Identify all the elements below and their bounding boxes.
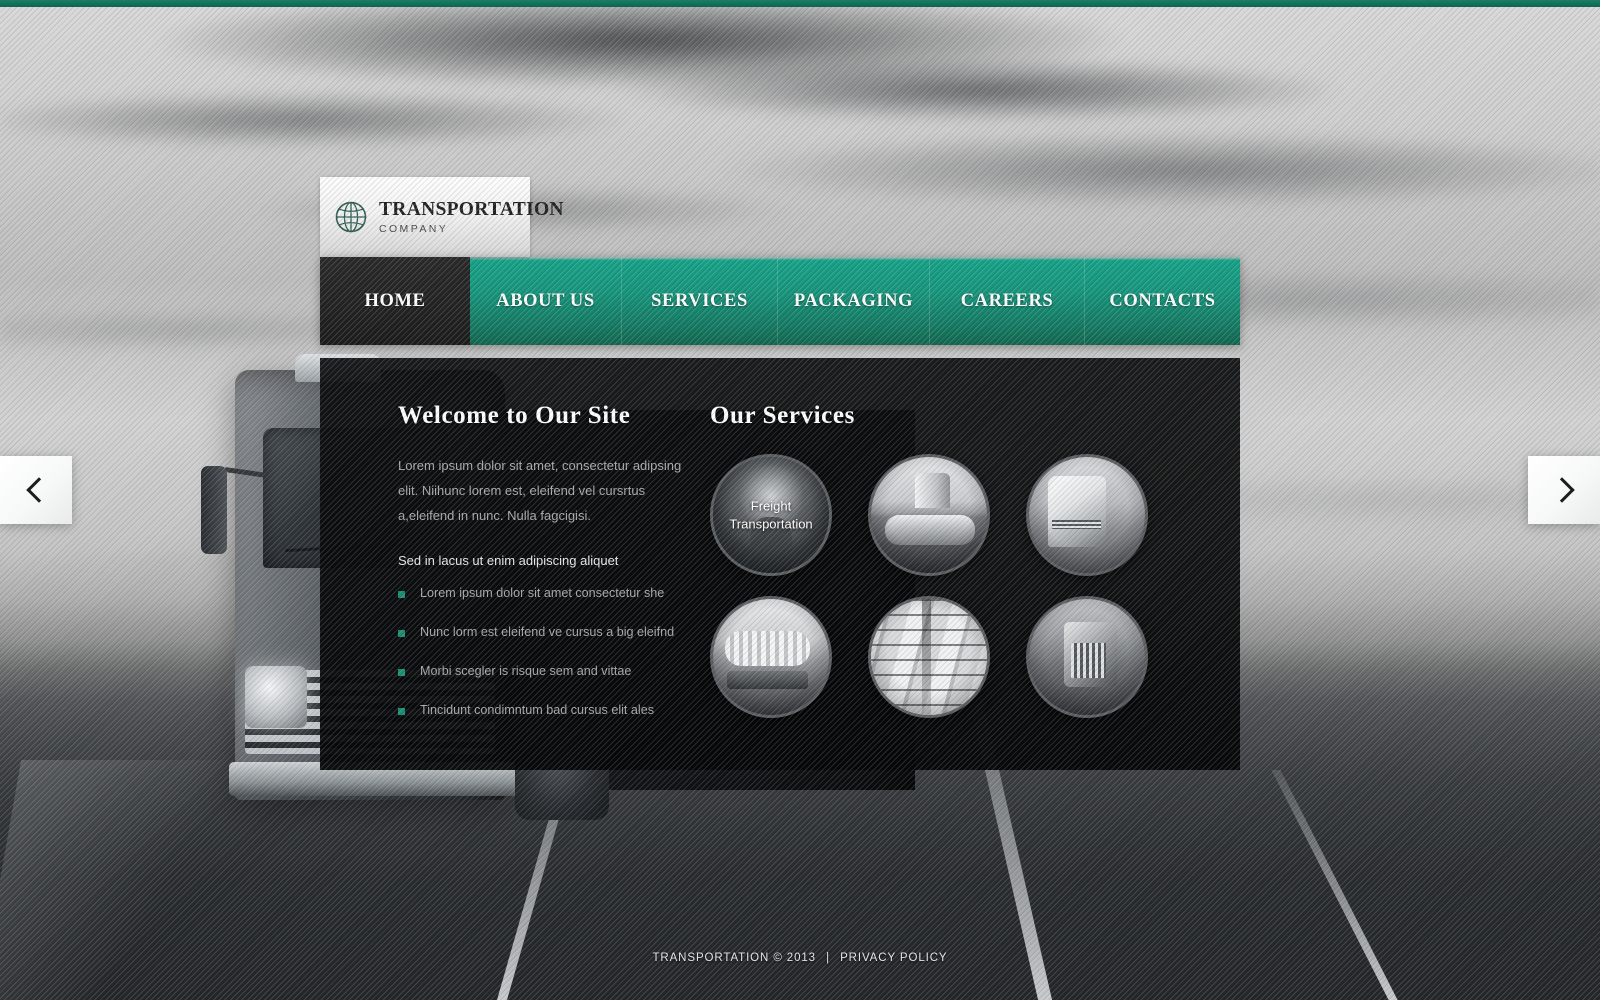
hero-content-panel: Welcome to Our Site Lorem ipsum dolor si… <box>320 358 1240 770</box>
logo-text-block: TRANSPORTATION COMPANY <box>379 200 564 234</box>
globe-icon <box>335 201 367 233</box>
circle-vignette <box>871 599 987 715</box>
services-title: Our Services <box>710 402 855 429</box>
circle-vignette <box>713 457 829 573</box>
welcome-bullet-item: Tincidunt condimntum bad cursus elit ale… <box>398 703 690 717</box>
circle-vignette <box>1029 599 1145 715</box>
footer-separator: | <box>826 952 830 964</box>
circle-vignette <box>1029 457 1145 573</box>
top-accent-bar <box>0 0 1600 7</box>
welcome-bullet-item: Morbi scegler is risque sem and vittae <box>398 664 690 678</box>
service-circle-3[interactable] <box>1026 454 1148 576</box>
panel-inner: Welcome to Our Site Lorem ipsum dolor si… <box>320 358 1240 770</box>
slider-next-button[interactable] <box>1528 456 1600 524</box>
lane-marking-edge <box>1271 770 1398 1000</box>
circle-vignette <box>871 457 987 573</box>
service-cell <box>1026 596 1184 738</box>
site-logo[interactable]: TRANSPORTATION COMPANY <box>320 177 564 257</box>
welcome-bullet-item: Lorem ipsum dolor sit amet consectetur s… <box>398 586 690 600</box>
nav-item-about-us[interactable]: ABOUT US <box>470 257 622 345</box>
truck-mirror <box>201 466 227 554</box>
main-navigation: HOME ABOUT US SERVICES PACKAGING CAREERS CONT… <box>320 257 1240 345</box>
service-cell <box>1026 454 1184 596</box>
nav-item-contacts[interactable]: CONTACTS <box>1085 257 1240 345</box>
site-footer: TRANSPORTATION © 2013 | PRIVACY POLICY <box>0 952 1600 964</box>
service-cell <box>710 596 868 738</box>
privacy-policy-link[interactable]: PRIVACY POLICY <box>840 952 947 964</box>
service-circle-2[interactable] <box>868 454 990 576</box>
service-cell: Freight Transportation <box>710 454 868 596</box>
services-circle-grid: Freight Transportation <box>710 454 1200 738</box>
logo-title: TRANSPORTATION <box>379 199 564 220</box>
truck-headlight <box>245 666 307 728</box>
chevron-left-icon <box>25 477 52 503</box>
service-circle-1[interactable]: Freight Transportation <box>710 454 832 576</box>
nav-item-packaging[interactable]: PACKAGING <box>778 257 930 345</box>
service-cell <box>868 596 1026 738</box>
page-stage: TRANSPORTATION COMPANY HOME ABOUT US SERVI… <box>0 0 1600 1000</box>
nav-item-services[interactable]: SERVICES <box>622 257 778 345</box>
service-circle-4[interactable] <box>710 596 832 718</box>
welcome-title: Welcome to Our Site <box>398 402 631 429</box>
nav-item-home[interactable]: HOME <box>320 257 470 345</box>
service-circle-5[interactable] <box>868 596 990 718</box>
slider-prev-button[interactable] <box>0 456 72 524</box>
welcome-paragraph: Lorem ipsum dolor sit amet, consectetur … <box>398 458 682 523</box>
welcome-column: Welcome to Our Site Lorem ipsum dolor si… <box>398 402 690 742</box>
welcome-bullet-list: Lorem ipsum dolor sit amet consectetur s… <box>398 586 690 717</box>
service-circle-6[interactable] <box>1026 596 1148 718</box>
welcome-bullet-item: Nunc lorm est eleifend ve cursus a big e… <box>398 625 690 639</box>
service-cell <box>868 454 1026 596</box>
circle-vignette <box>713 599 829 715</box>
logo-subtitle: COMPANY <box>379 222 449 235</box>
chevron-right-icon <box>1548 477 1575 503</box>
welcome-subheading: Sed in lacus ut enim adipiscing aliquet <box>398 552 619 568</box>
footer-copyright: TRANSPORTATION © 2013 <box>652 952 816 964</box>
nav-item-careers[interactable]: CAREERS <box>930 257 1085 345</box>
services-column: Our Services Freight Transportation <box>710 402 1200 738</box>
